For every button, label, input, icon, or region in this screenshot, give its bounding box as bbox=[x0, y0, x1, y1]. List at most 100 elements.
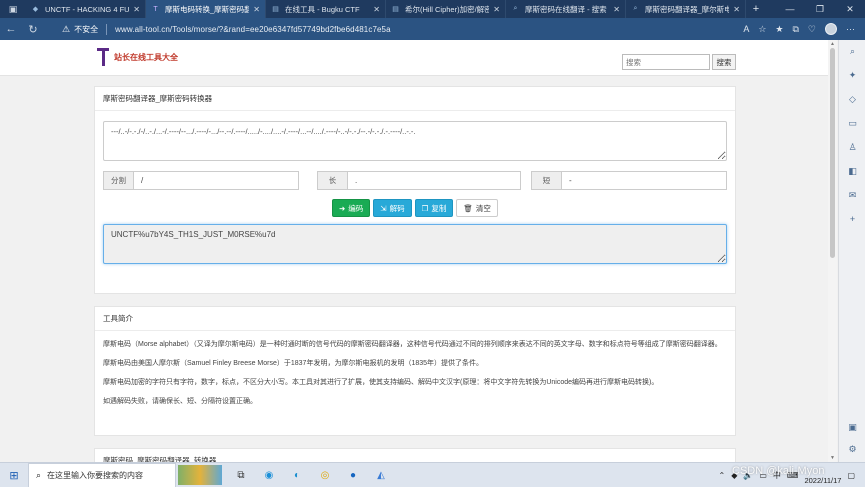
tab-morse-converter[interactable]: T 摩斯电码转换_摩斯密码翻译器 ✕ bbox=[146, 0, 266, 18]
task-view-icon[interactable]: ⧉ bbox=[232, 466, 250, 484]
address-bar: ← ↻ ⚠ 不安全 www.all-tool.cn/Tools/morse/?&… bbox=[0, 18, 865, 40]
url-field[interactable]: www.all-tool.cn/Tools/morse/?&rand=ee20e… bbox=[115, 25, 391, 34]
hill-favicon-icon: ▤ bbox=[392, 6, 399, 13]
scroll-down-icon[interactable]: ▼ bbox=[828, 455, 837, 461]
tool-intro-panel: 工具简介 摩斯电码（Morse alphabet）（又译为摩尔斯电码）是一种时通… bbox=[94, 306, 736, 436]
browser-tab-bar: ▣ ◆ UNCTF - HACKING 4 FUN ✕ T 摩斯电码转换_摩斯密… bbox=[0, 0, 865, 18]
close-tab-icon[interactable]: ✕ bbox=[373, 5, 380, 14]
encode-label: 编码 bbox=[348, 203, 364, 213]
app-terminal-icon[interactable]: ◭ bbox=[372, 466, 390, 484]
person-icon[interactable]: ♙ bbox=[839, 142, 865, 153]
long-input[interactable]: . bbox=[347, 171, 521, 190]
decode-button[interactable]: ⇲ 解码 bbox=[373, 199, 412, 217]
copy-label: 复制 bbox=[431, 203, 447, 213]
tab-morse-translator[interactable]: ⌕ 摩斯密码翻译器_摩尔斯电码 ✕ bbox=[626, 0, 746, 18]
result-output-textarea[interactable]: UNCTF%u7bY4S_TH1S_JUST_M0RSE%u7d bbox=[103, 224, 727, 264]
back-icon[interactable]: ← bbox=[0, 23, 22, 35]
search-favicon-icon: ⌕ bbox=[633, 5, 638, 12]
intro-title: 工具简介 bbox=[95, 307, 735, 331]
close-tab-icon[interactable]: ✕ bbox=[613, 5, 620, 14]
sidebar-toggle-icon[interactable]: ▣ bbox=[839, 422, 865, 433]
tab-actions-icon[interactable]: ▣ bbox=[0, 0, 26, 18]
page-scrollbar[interactable]: ▲ ▼ bbox=[828, 40, 837, 462]
short-input[interactable]: - bbox=[561, 171, 727, 190]
intro-paragraph: 摩斯电码由美国人摩尔斯（Samuel Finley Breese Morse）于… bbox=[103, 360, 484, 367]
more-menu-icon[interactable]: ··· bbox=[846, 24, 855, 34]
site-search-input[interactable] bbox=[622, 54, 710, 70]
close-tab-icon[interactable]: ✕ bbox=[133, 5, 140, 14]
notification-icon[interactable]: ▢ bbox=[847, 471, 855, 480]
action-buttons: ➜ 编码 ⇲ 解码 ❐ 复制 🗑 清空 bbox=[332, 199, 498, 217]
close-tab-icon[interactable]: ✕ bbox=[493, 5, 500, 14]
chrome-icon[interactable]: ◎ bbox=[316, 466, 334, 484]
restore-icon[interactable]: ❐ bbox=[805, 0, 835, 18]
favorites-icon[interactable]: ★ bbox=[775, 24, 783, 35]
site-header: 站长在线工具大全 搜索 bbox=[0, 40, 828, 76]
office-icon[interactable]: ◧ bbox=[839, 166, 865, 177]
tool-panel-title: 摩斯密码翻译器_摩斯密码转换器 bbox=[95, 87, 735, 111]
minimize-icon[interactable]: — bbox=[775, 0, 805, 18]
site-search-button[interactable]: 搜索 bbox=[712, 54, 736, 70]
close-window-icon[interactable]: ✕ bbox=[835, 0, 865, 18]
discover-icon[interactable]: ✦ bbox=[839, 70, 865, 81]
windows-start-icon[interactable]: ⊞ bbox=[0, 469, 28, 482]
tab-title: 摩斯电码转换_摩斯密码翻译器 bbox=[165, 4, 249, 14]
intro-body: 摩斯电码（Morse alphabet）（又译为摩尔斯电码）是一种时通时断的信号… bbox=[95, 331, 735, 423]
edge-icon[interactable]: ◐ bbox=[288, 466, 306, 484]
settings-gear-icon[interactable]: ⚙ bbox=[839, 444, 865, 455]
copy-button[interactable]: ❐ 复制 bbox=[414, 199, 454, 217]
refresh-icon[interactable]: ↻ bbox=[22, 23, 44, 36]
search-highlight-image[interactable] bbox=[178, 465, 222, 485]
site-favicon-icon: T bbox=[153, 5, 158, 13]
clear-button[interactable]: 🗑 清空 bbox=[456, 199, 498, 217]
tag-icon[interactable]: ◇ bbox=[839, 94, 865, 105]
logo-t-icon bbox=[97, 48, 109, 66]
short-field: 短 - bbox=[531, 171, 727, 190]
decode-label: 解码 bbox=[389, 203, 405, 213]
long-label: 长 bbox=[317, 171, 347, 190]
related-section-title: 摩斯密码_摩斯密码翻译器_转换器 bbox=[94, 448, 736, 462]
sign-in-icon: ➜ bbox=[339, 203, 346, 213]
intro-paragraph: 摩斯电码（Morse alphabet）（又译为摩尔斯电码）是一种时通时断的信号… bbox=[103, 341, 722, 348]
app-blue-icon[interactable]: ● bbox=[344, 466, 362, 484]
security-label[interactable]: 不安全 bbox=[74, 24, 98, 35]
tab-hill-cipher[interactable]: ▤ 希尔(Hill Cipher)加密/解密 ✕ bbox=[386, 0, 506, 18]
bugku-favicon-icon: ▤ bbox=[272, 6, 279, 13]
qq-icon[interactable]: ◉ bbox=[260, 466, 278, 484]
new-tab-icon[interactable]: + bbox=[746, 0, 766, 18]
collections-icon[interactable]: ⧉ bbox=[792, 24, 798, 35]
read-aloud-icon[interactable]: A bbox=[743, 24, 749, 34]
tab-unctf[interactable]: ◆ UNCTF - HACKING 4 FUN ✕ bbox=[26, 0, 146, 18]
copy-icon: ❐ bbox=[421, 203, 429, 213]
outlook-icon[interactable]: ✉ bbox=[839, 190, 865, 201]
browser-essentials-icon[interactable]: ♡ bbox=[808, 24, 816, 35]
encode-button[interactable]: ➜ 编码 bbox=[332, 199, 371, 217]
tab-title: 摩斯密码翻译器_摩尔斯电码 bbox=[645, 4, 729, 14]
separator-input[interactable]: / bbox=[133, 171, 299, 190]
scroll-up-icon[interactable]: ▲ bbox=[828, 41, 837, 47]
separator-label: 分割 bbox=[103, 171, 133, 190]
add-icon[interactable]: + bbox=[839, 214, 865, 224]
divider bbox=[106, 23, 108, 35]
taskbar-search-box[interactable]: ⌕ 在这里输入你要搜索的内容 bbox=[28, 462, 176, 487]
sign-out-icon: ⇲ bbox=[380, 203, 387, 213]
add-favorite-icon[interactable]: ☆ bbox=[758, 24, 766, 35]
tab-search[interactable]: ⌕ 摩斯密码在线翻译 - 搜索 ✕ bbox=[506, 0, 626, 18]
taskbar-search-placeholder: 在这里输入你要搜索的内容 bbox=[47, 470, 144, 480]
search-icon[interactable]: ⌕ bbox=[839, 46, 865, 57]
profile-avatar[interactable] bbox=[825, 23, 837, 35]
briefcase-icon[interactable]: ▭ bbox=[839, 118, 865, 129]
long-field: 长 . bbox=[317, 171, 521, 190]
morse-input-textarea[interactable]: ---/..-/-.-./-/..-./...-/.----/--.../.--… bbox=[103, 121, 727, 161]
chevron-up-icon[interactable]: ⌃ bbox=[719, 471, 726, 480]
close-tab-icon[interactable]: ✕ bbox=[733, 5, 740, 14]
tab-bugku[interactable]: ▤ 在线工具 - Bugku CTF ✕ bbox=[266, 0, 386, 18]
edge-sidebar: ⌕ ✦ ◇ ▭ ♙ ◧ ✉ + ▣ ⚙ bbox=[838, 40, 865, 462]
tab-title: 摩斯密码在线翻译 - 搜索 bbox=[525, 4, 607, 14]
scrollbar-thumb[interactable] bbox=[830, 48, 835, 258]
close-tab-icon[interactable]: ✕ bbox=[253, 5, 260, 14]
intro-paragraph: 如遇解码失败，请确保长、短、分隔符设置正确。 bbox=[103, 398, 257, 405]
warning-icon[interactable]: ⚠ bbox=[62, 24, 70, 35]
site-logo[interactable]: 站长在线工具大全 bbox=[97, 48, 178, 66]
web-page: 站长在线工具大全 搜索 摩斯密码翻译器_摩斯密码转换器 ---/..-/-.-.… bbox=[0, 40, 828, 462]
